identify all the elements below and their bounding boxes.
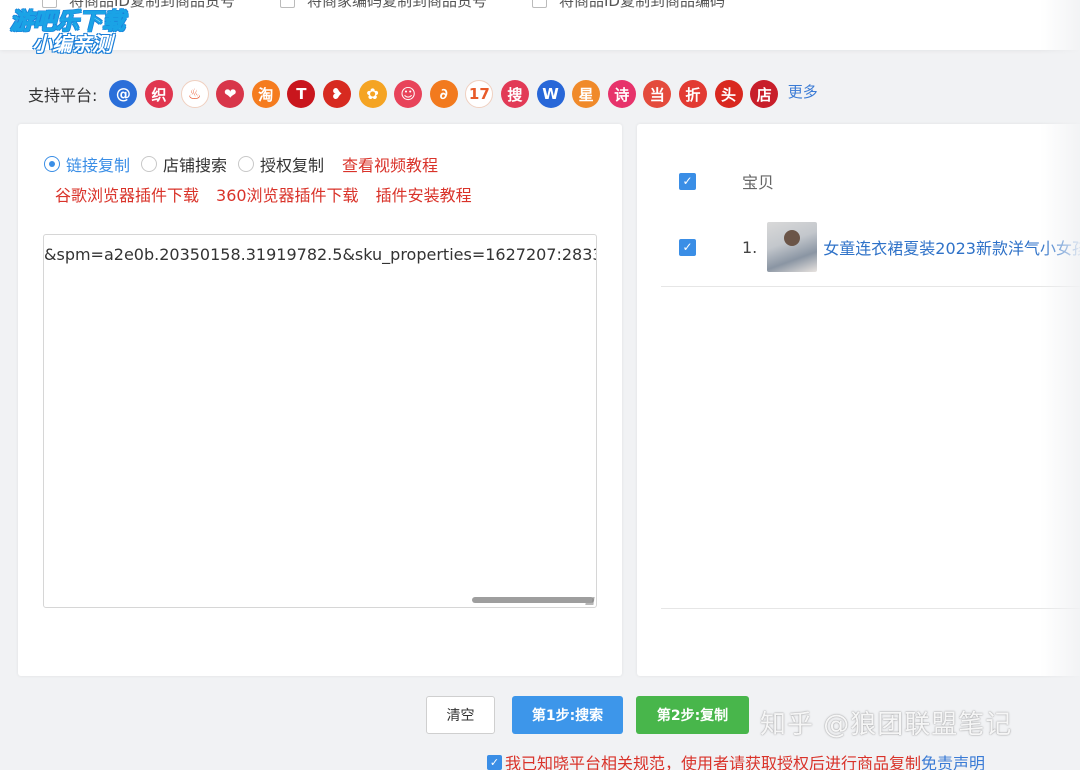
platform-17zwd-icon[interactable]: 17: [465, 80, 494, 108]
platform-w-icon[interactable]: W: [536, 80, 565, 108]
agreement-checkbox[interactable]: ✓: [487, 754, 502, 770]
option-checkbox[interactable]: [42, 0, 57, 8]
platform-heart-icon[interactable]: ❤: [216, 80, 245, 108]
divider: [661, 286, 1080, 287]
mode-label: 店铺搜索: [163, 156, 228, 175]
url-textarea[interactable]: &spm=a2e0b.20350158.31919782.5&sku_prope…: [43, 234, 597, 608]
platform-row: 支持平台: @ 织 ♨ ❤ 淘 T ❥ ✿ ☺ ∂ 17 搜 W 星诗当折头店 更多: [28, 76, 818, 112]
platform-xing-icon[interactable]: 星: [572, 80, 601, 108]
platform-zhi-icon[interactable]: 织: [145, 80, 173, 108]
horizontal-scrollbar[interactable]: [472, 597, 594, 603]
platform-dang-icon[interactable]: 当: [643, 80, 672, 108]
platform-icon-list: @ 织 ♨ ❤ 淘 T ❥ ✿ ☺ ∂ 17 搜 W 星诗当折头店: [109, 80, 785, 108]
plugin-install-guide-link[interactable]: 插件安装教程: [376, 182, 472, 206]
header-label: 宝贝: [742, 173, 775, 192]
platform-flame-icon[interactable]: ♨: [180, 80, 209, 108]
platform-shi-icon[interactable]: 诗: [607, 80, 636, 108]
watermark-line1: 游吧乐下载: [10, 9, 126, 35]
option-checkbox[interactable]: [280, 0, 295, 8]
copy-mode-row: 链接复制 店铺搜索 授权复制 查看视频教程: [44, 152, 438, 176]
radio-icon[interactable]: [141, 156, 158, 172]
disclaimer-link[interactable]: 免责声明: [921, 750, 985, 770]
platform-vip-icon[interactable]: ∂: [429, 80, 458, 108]
radio-selected-icon[interactable]: [44, 156, 60, 172]
platform-zhe-icon[interactable]: 折: [678, 80, 707, 108]
product-row[interactable]: ✓ 1. 女童连衣裙夏装2023新款洋气小女孩: [679, 222, 1080, 272]
platform-tou-icon[interactable]: 头: [714, 80, 743, 108]
option-label: 将商品ID复制到商品编码: [559, 0, 725, 10]
plugin-links-row: 谷歌浏览器插件下载 360浏览器插件下载 插件安装教程: [55, 182, 489, 206]
mode-label: 链接复制: [66, 156, 131, 175]
platform-1688-icon[interactable]: @: [109, 80, 138, 108]
link-input-panel: 链接复制 店铺搜索 授权复制 查看视频教程 谷歌浏览器插件下载 360浏览器插件…: [18, 124, 622, 676]
option-label: 将商家编码复制到商品货号: [307, 0, 488, 10]
divider: [661, 608, 1080, 609]
product-thumbnail: [767, 222, 818, 272]
mode-label: 授权复制: [260, 156, 325, 175]
watermark-line2: 小编亲测: [32, 32, 112, 57]
option-copy-id-to-code[interactable]: 将商品ID复制到商品编码: [532, 0, 725, 11]
product-list-panel: ✓ 宝贝 ✓ 1. 女童连衣裙夏装2023新款洋气小女孩: [637, 124, 1080, 676]
select-all-checkbox[interactable]: ✓: [679, 172, 696, 190]
clear-button[interactable]: 清空: [426, 696, 495, 734]
agreement-row: ✓ 我已知晓平台相关规范，使用者请获取授权后进行商品复制 免责声明: [487, 750, 985, 770]
copy-button[interactable]: 第2步:复制: [636, 696, 749, 734]
platform-label: 支持平台:: [28, 86, 98, 105]
platform-suning-icon[interactable]: ✿: [358, 80, 387, 108]
platform-sou-icon[interactable]: 搜: [500, 80, 529, 108]
platform-koala-icon[interactable]: ☺: [394, 80, 423, 108]
product-list-header: ✓ 宝贝: [679, 169, 774, 193]
option-copy-merchant-code[interactable]: 将商家编码复制到商品货号: [280, 0, 487, 11]
mode-shop-search[interactable]: 店铺搜索: [141, 152, 227, 176]
mode-auth-copy[interactable]: 授权复制: [238, 152, 324, 176]
watermark-logo: 游吧乐下载 小编亲测: [10, 9, 126, 57]
platform-jd-icon[interactable]: ❥: [322, 80, 351, 108]
top-options-strip: 将商品ID复制到商品货号 将商家编码复制到商品货号 将商品ID复制到商品编码: [0, 0, 1080, 50]
zhihu-watermark: 知乎 @狼团联盟笔记: [760, 710, 1013, 740]
option-checkbox[interactable]: [532, 0, 547, 8]
radio-icon[interactable]: [238, 156, 255, 172]
mode-link-copy[interactable]: 链接复制: [44, 152, 130, 176]
chrome-plugin-link[interactable]: 谷歌浏览器插件下载: [55, 182, 199, 206]
url-textarea-value: &spm=a2e0b.20350158.31919782.5&sku_prope…: [44, 245, 597, 264]
product-title-link[interactable]: 女童连衣裙夏装2023新款洋气小女孩: [823, 235, 1080, 259]
video-tutorial-link[interactable]: 查看视频教程: [342, 152, 438, 176]
product-index: 1.: [742, 237, 758, 257]
resize-handle-icon[interactable]: [585, 597, 595, 605]
agreement-text: 我已知晓平台相关规范，使用者请获取授权后进行商品复制: [505, 754, 922, 770]
360-plugin-link[interactable]: 360浏览器插件下载: [216, 182, 359, 206]
more-platforms-link[interactable]: 更多: [788, 81, 818, 102]
platform-dian-icon[interactable]: 店: [750, 80, 779, 108]
platform-tmall-icon[interactable]: T: [287, 80, 316, 108]
search-button[interactable]: 第1步:搜索: [512, 696, 623, 734]
product-checkbox[interactable]: ✓: [679, 238, 696, 256]
platform-taobao-icon[interactable]: 淘: [251, 80, 280, 108]
